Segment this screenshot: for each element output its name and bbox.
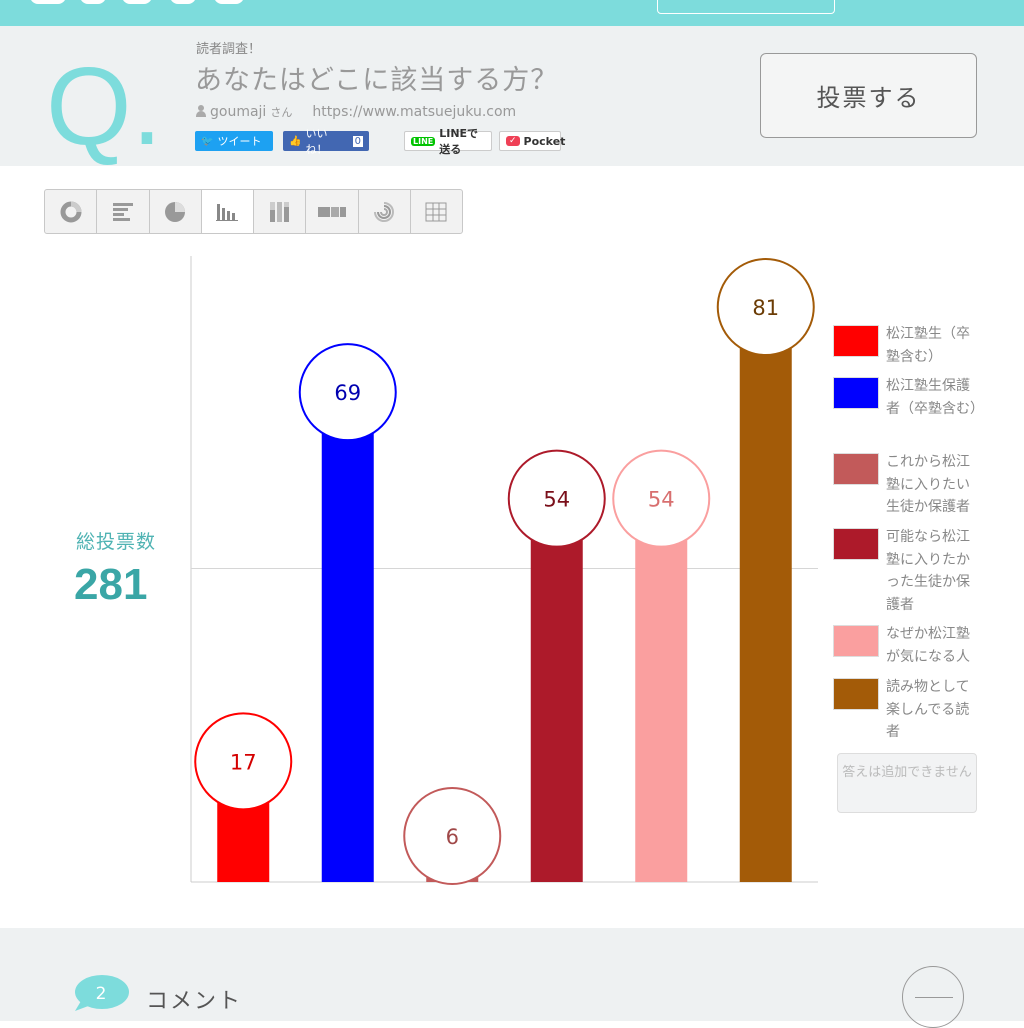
legend-label: なぜか松江塾が気になる人 [886,626,970,665]
legend-swatch [833,453,879,485]
author-suffix: さん [270,106,293,119]
radial-chart-icon [374,201,395,222]
tab-stacked-horizontal[interactable] [306,190,359,233]
bar-value-label: 54 [648,488,675,512]
tab-donut-chart[interactable] [45,190,98,233]
author-url[interactable]: https://www.matsuejuku.com [312,104,516,120]
question-category: 読者調査！ [196,42,262,57]
legend-swatch [833,678,879,710]
total-votes-label: 総投票数 [76,531,157,553]
comments-heading: コメント [146,989,243,1014]
horizontal-bar-icon [112,202,133,221]
donut-chart-icon [60,201,82,222]
bar-value-label: 17 [230,750,257,774]
bar [530,498,583,882]
legend-label: 読み物として楽しんでる読者 [886,679,970,740]
tweet-button[interactable]: 🐦 ツイート [195,131,273,151]
author-line: goumaji さん https://www.matsuejuku.com [196,104,516,120]
tab-pie-chart[interactable] [150,190,202,233]
line-label: LINEで送る [439,127,479,156]
legend-swatch [833,325,879,357]
pocket-icon: ✓ [506,136,520,146]
vertical-bar-icon [216,203,239,221]
tab-table[interactable] [411,190,462,233]
collapse-comments-button[interactable] [902,966,964,1028]
legend-swatch [833,625,879,657]
pocket-button[interactable]: ✓ Pocket [499,131,565,151]
top-bar-button[interactable] [657,0,835,14]
legend-label: 可能なら松江塾に入りたかった生徒か保護者 [886,529,970,613]
stacked-bar-icon [269,201,289,222]
bar-value-label: 6 [446,825,459,849]
chart-type-tabs [44,189,463,234]
comment-count: 2 [96,984,107,1004]
tab-stacked-bar[interactable] [254,190,307,233]
top-bar [0,0,1024,26]
question-title: あなたはどこに該当する方？ [195,65,559,96]
line-share-button[interactable]: LINE LINEで送る [404,127,492,156]
pocket-label: Pocket [523,134,566,148]
legend-label: 松江塾生（卒塾含む） [886,326,970,365]
comment-bubble-icon: 2 [75,975,129,1011]
author-name[interactable]: goumaji [210,104,266,120]
bar [321,392,374,882]
tab-radial-chart[interactable] [359,190,411,233]
q-mark: Q. [46,45,163,168]
legend-label: 松江塾生保護者（卒塾含む） [886,378,984,417]
twitter-bird-icon: 🐦 [201,135,214,147]
legend-swatch [833,377,879,409]
bar-value-label: 81 [752,296,779,320]
tab-vertical-bar[interactable] [201,190,254,233]
vote-button[interactable]: 投票する [760,53,977,138]
pie-chart-icon [165,201,186,222]
no-add-answer-button: 答えは追加できません [837,753,977,813]
like-count: 0 [352,135,363,147]
bar-value-label: 54 [543,488,570,512]
line-icon: LINE [411,136,436,146]
bar-value-label: 69 [334,381,361,405]
like-label: いいね！ [305,127,328,156]
tweet-label: ツイート [217,135,262,148]
stacked-horizontal-icon [317,206,346,217]
bar [739,307,792,882]
total-votes-value: 281 [74,560,148,609]
legend-swatch [833,528,879,560]
site-logo[interactable] [30,0,250,12]
facebook-like-button[interactable]: 👍 いいね！ 0 [283,127,369,156]
tab-horizontal-bar[interactable] [97,190,150,233]
table-icon [425,202,447,221]
bar [635,498,688,882]
thumbs-up-icon: 👍 [289,135,302,147]
user-icon [196,105,206,117]
legend-label: これから松江塾に入りたい生徒か保護者 [886,454,970,515]
